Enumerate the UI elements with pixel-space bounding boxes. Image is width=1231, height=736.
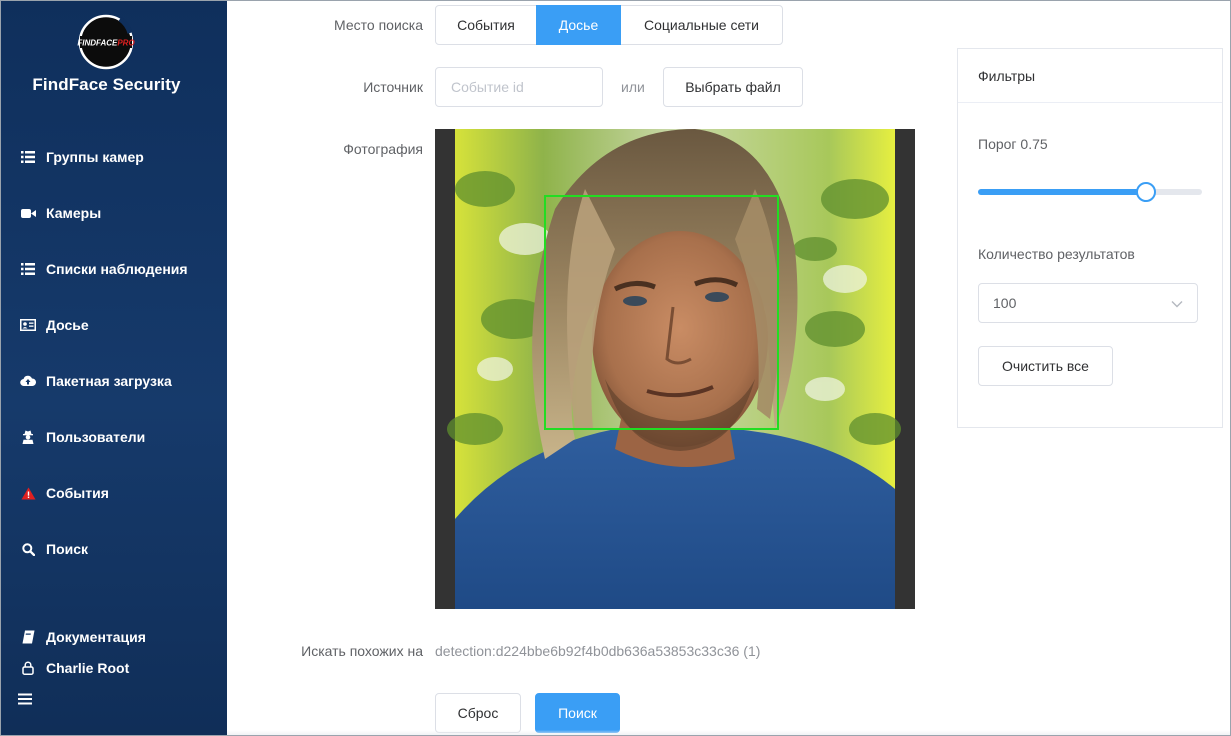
tab-dossier[interactable]: Досье (536, 5, 621, 45)
sidebar-item-label: Досье (46, 317, 89, 333)
tab-social-networks[interactable]: Социальные сети (620, 5, 783, 45)
sidebar-item-cameras[interactable]: Камеры (20, 202, 101, 224)
reset-button[interactable]: Сброс (435, 693, 521, 733)
list-icon (20, 261, 36, 277)
source-label: Источник (363, 79, 423, 95)
video-camera-icon (20, 205, 36, 221)
hamburger-icon (17, 691, 33, 707)
sidebar-item-events[interactable]: События (20, 482, 109, 504)
threshold-slider-fill (978, 189, 1146, 195)
sidebar-item-camera-groups[interactable]: Группы камер (20, 146, 144, 168)
book-icon (20, 629, 36, 645)
list-icon (20, 149, 36, 165)
sidebar-item-label: Пакетная загрузка (46, 373, 172, 389)
sidebar-user[interactable]: Charlie Root (20, 657, 129, 679)
lock-icon (20, 660, 36, 676)
svg-text:FINDFACEPRO: FINDFACEPRO (77, 39, 135, 48)
event-id-input[interactable] (435, 67, 603, 107)
tab-events[interactable]: События (435, 5, 537, 45)
results-count-value: 100 (993, 295, 1017, 311)
threshold-slider-handle[interactable] (1136, 182, 1156, 202)
sidebar-item-label: События (46, 485, 109, 501)
sidebar-item-dossier[interactable]: Досье (20, 314, 89, 336)
sidebar-item-label: Группы камер (46, 149, 144, 165)
search-icon (20, 541, 36, 557)
filters-title: Фильтры (958, 49, 1222, 103)
warning-icon (20, 485, 36, 501)
photo-label: Фотография (343, 141, 423, 157)
sidebar-item-label: Списки наблюдения (46, 261, 188, 277)
bottom-shadow (227, 730, 1231, 736)
choose-file-button[interactable]: Выбрать файл (663, 67, 803, 107)
sidebar: FINDFACEPRO FindFace Security Группы кам… (0, 0, 227, 736)
sidebar-item-documentation[interactable]: Документация (20, 626, 146, 648)
sidebar-item-label: Поиск (46, 541, 89, 557)
threshold-slider[interactable] (978, 182, 1202, 202)
sidebar-item-label: Пользователи (46, 429, 146, 445)
clear-all-button[interactable]: Очистить все (978, 346, 1113, 386)
sidebar-item-watch-lists[interactable]: Списки наблюдения (20, 258, 188, 280)
similar-label: Искать похожих на (301, 643, 423, 659)
chevron-down-icon (1171, 295, 1183, 311)
threshold-label: Порог 0.75 (978, 136, 1048, 152)
menu-toggle-button[interactable] (17, 688, 43, 710)
sidebar-item-search[interactable]: Поиск (20, 538, 88, 560)
sidebar-item-batch-upload[interactable]: Пакетная загрузка (20, 370, 172, 392)
user-name: Charlie Root (46, 660, 130, 676)
cloud-upload-icon (20, 373, 36, 389)
search-place-tabs: События Досье Социальные сети (435, 5, 783, 45)
photo-preview (435, 129, 915, 609)
filters-panel: Фильтры Порог 0.75 Количество результато… (957, 48, 1223, 428)
docs-link-label: Документация (46, 629, 146, 645)
detection-id-text: detection:d224bbe6b92f4b0db636a53853c33c… (435, 643, 761, 659)
results-count-select[interactable]: 100 (978, 283, 1198, 323)
sidebar-item-label: Камеры (46, 205, 102, 221)
user-secret-icon (20, 429, 36, 445)
brand-title: FindFace Security (32, 75, 181, 94)
findface-logo[interactable]: FINDFACEPRO (76, 13, 136, 73)
face-photo (435, 129, 915, 609)
or-label: или (621, 79, 645, 95)
sidebar-item-users[interactable]: Пользователи (20, 426, 145, 448)
results-count-label: Количество результатов (978, 246, 1135, 262)
id-card-icon (20, 317, 36, 333)
search-button[interactable]: Поиск (535, 693, 620, 733)
search-place-label: Место поиска (334, 17, 423, 33)
